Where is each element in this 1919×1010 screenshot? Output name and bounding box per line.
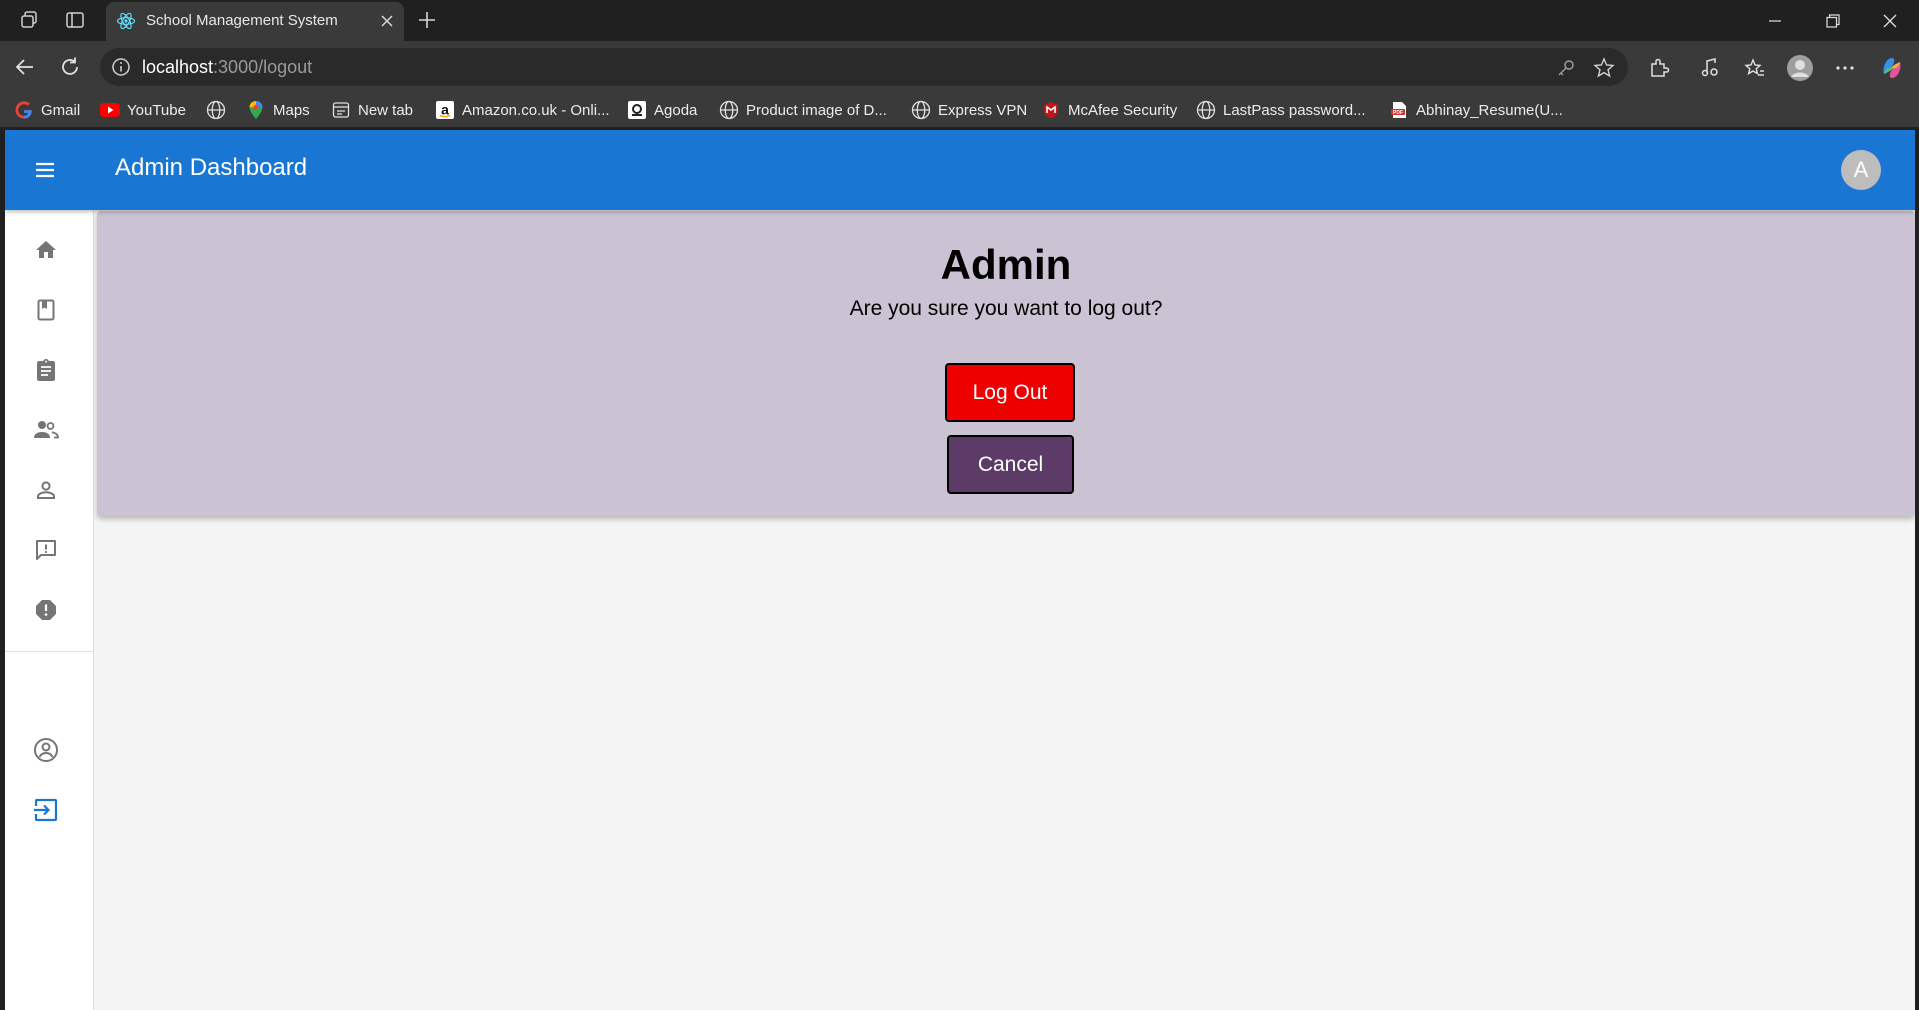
sidebar-divider: [5, 651, 94, 652]
extensions-icon[interactable]: [1643, 52, 1675, 84]
app-bar: Admin Dashboard A: [5, 130, 1915, 210]
bookmark-product-image[interactable]: Product image of D...: [719, 99, 887, 121]
url-text: localhost:3000/logout: [142, 57, 312, 78]
assignment-icon: [34, 358, 58, 387]
minimize-icon[interactable]: [1746, 0, 1804, 41]
app-root: Admin Dashboard A Admin Are you sure you…: [5, 130, 1915, 1010]
menu-icon[interactable]: [25, 150, 65, 190]
page-title: Admin Dashboard: [115, 154, 308, 181]
sidebar: [5, 210, 94, 1010]
tab-close-icon[interactable]: [376, 10, 398, 32]
teachers-icon: [33, 418, 59, 447]
logout-button[interactable]: Log Out: [945, 363, 1075, 422]
student-icon: [34, 478, 58, 507]
bookmark-express-vpn[interactable]: Express VPN: [911, 99, 1027, 121]
svg-text:a: a: [441, 102, 449, 118]
back-icon[interactable]: [10, 52, 40, 82]
site-info-icon[interactable]: [110, 56, 132, 78]
youtube-icon: [100, 100, 120, 120]
home-icon: [34, 238, 58, 267]
globe-icon: [911, 100, 931, 120]
bookmark-youtube[interactable]: YouTube: [100, 99, 186, 121]
avatar[interactable]: A: [1841, 150, 1881, 190]
more-options-icon[interactable]: [1829, 52, 1861, 84]
sidebar-item-home[interactable]: [20, 230, 72, 274]
sidebar-item-classes[interactable]: [20, 290, 72, 334]
newtab-icon: [331, 100, 351, 120]
vertical-tabs-icon[interactable]: [61, 6, 89, 34]
profile-icon: [33, 737, 59, 768]
browser-tab-bar: School Management System: [0, 0, 1919, 41]
agoda-icon: [627, 100, 647, 120]
favorite-star-icon[interactable]: [1592, 56, 1616, 80]
bookmark-label: Agoda: [654, 101, 698, 119]
workspaces-icon[interactable]: [16, 6, 44, 34]
bookmark-label: Product image of D...: [746, 101, 887, 119]
class-icon: [34, 298, 58, 327]
bookmark-label: Abhinay_Resume(U...: [1416, 101, 1563, 119]
bookmark-label: YouTube: [127, 101, 186, 119]
bookmark-maps[interactable]: Maps: [246, 99, 310, 121]
active-tab[interactable]: School Management System: [106, 2, 404, 41]
new-tab-icon[interactable]: [412, 5, 442, 35]
bookmark-label: Maps: [273, 101, 310, 119]
google-icon: [14, 100, 34, 120]
globe-icon: [1196, 100, 1216, 120]
media-icon[interactable]: [1694, 52, 1726, 84]
react-icon: [116, 11, 136, 31]
password-key-icon[interactable]: [1554, 56, 1578, 80]
tab-title: School Management System: [146, 12, 338, 29]
globe-icon: [206, 100, 226, 120]
logout-heading: Admin: [940, 241, 1072, 288]
bookmark-agoda[interactable]: Agoda: [627, 99, 697, 121]
logout-message: Are you sure you want to log out?: [849, 297, 1163, 320]
sidebar-item-students[interactable]: [20, 470, 72, 514]
sidebar-item-logout[interactable]: [20, 790, 72, 834]
globe-icon: [719, 100, 739, 120]
url-host: localhost: [142, 57, 214, 77]
bookmark-resume[interactable]: PDF Abhinay_Resume(U...: [1389, 99, 1563, 121]
notice-icon: [34, 538, 58, 567]
logout-icon: [33, 797, 59, 828]
browser-toolbar: localhost:3000/logout: [0, 41, 1919, 93]
bookmark-label: New tab: [358, 101, 414, 119]
bookmark-label: McAfee Security: [1068, 101, 1178, 119]
bookmark-label: Amazon.co.uk - Onli...: [462, 101, 610, 119]
address-bar[interactable]: localhost:3000/logout: [100, 48, 1628, 86]
cancel-button[interactable]: Cancel: [947, 435, 1074, 494]
logout-panel: Admin Are you sure you want to log out? …: [97, 211, 1915, 516]
profile-icon[interactable]: [1784, 52, 1816, 84]
favorites-icon[interactable]: [1739, 52, 1771, 84]
mcafee-icon: [1041, 100, 1061, 120]
bookmark-mcafee[interactable]: McAfee Security: [1041, 99, 1177, 121]
sidebar-item-notices[interactable]: [20, 530, 72, 574]
url-path: :3000/logout: [213, 57, 313, 77]
bookmark-label: Gmail: [41, 101, 81, 119]
bookmark-new-tab[interactable]: New tab: [331, 99, 413, 121]
restore-icon[interactable]: [1804, 0, 1862, 41]
bookmark-label: Express VPN: [938, 101, 1028, 119]
copilot-icon[interactable]: [1876, 52, 1908, 84]
window-close-icon[interactable]: [1861, 0, 1919, 41]
refresh-icon[interactable]: [55, 52, 85, 82]
bookmark-amazon[interactable]: a Amazon.co.uk - Onli...: [435, 99, 610, 121]
bookmarks-bar: Gmail YouTube Maps New tab a Amazon.co.u…: [0, 93, 1919, 127]
amazon-icon: a: [435, 100, 455, 120]
sidebar-item-subjects[interactable]: [20, 350, 72, 394]
bookmark-gmail[interactable]: Gmail: [14, 99, 80, 121]
sidebar-item-complaints[interactable]: [20, 590, 72, 634]
sidebar-item-teachers[interactable]: [20, 410, 72, 454]
bookmark-label: LastPass password...: [1223, 101, 1366, 119]
complaint-icon: [34, 598, 58, 627]
svg-text:PDF: PDF: [1393, 110, 1403, 116]
pdf-icon: PDF: [1389, 100, 1409, 120]
bookmark-globe[interactable]: [206, 99, 233, 121]
bookmark-lastpass[interactable]: LastPass password...: [1196, 99, 1366, 121]
sidebar-item-profile[interactable]: [20, 730, 72, 774]
maps-icon: [246, 100, 266, 120]
